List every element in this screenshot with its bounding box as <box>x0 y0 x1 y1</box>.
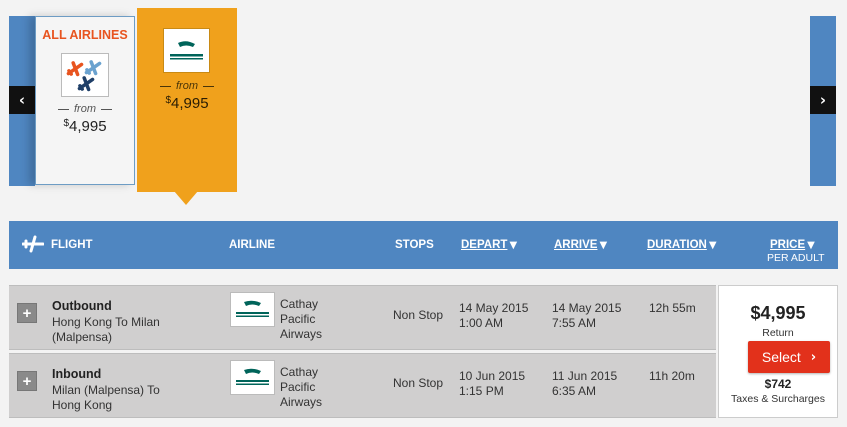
card-price-value: 4,995 <box>171 95 209 112</box>
cathay-pacific-logo <box>163 28 210 73</box>
plane-icon <box>22 235 44 253</box>
multi-plane-icon <box>61 53 109 97</box>
depart-datetime: 10 Jun 2015 1:15 PM <box>459 369 525 399</box>
header-arrive: ARRIVE <box>554 239 598 251</box>
card-price-value: 4,995 <box>69 118 107 135</box>
all-airlines-card[interactable]: ALL AIRLINES from $4,995 <box>35 16 135 185</box>
sort-down-icon: ▼ <box>509 240 518 251</box>
carousel-prev-button[interactable]: ‹ <box>9 86 35 114</box>
cathay-pacific-logo <box>230 360 275 395</box>
from-label: from <box>137 80 237 92</box>
duration-value: 11h 20m <box>649 369 695 383</box>
total-price: $4,995 <box>750 303 806 323</box>
cathay-pacific-logo <box>230 292 275 327</box>
header-flight: FLIGHT <box>51 239 93 251</box>
route-label: Milan (Malpensa) To Hong Kong <box>52 383 160 412</box>
selected-card-pointer <box>174 191 198 205</box>
expand-button[interactable]: + <box>17 303 37 323</box>
trip-type-label: Return <box>762 327 794 339</box>
card-price: $4,995 <box>36 118 134 135</box>
select-button[interactable]: Select › <box>748 341 830 373</box>
header-depart: DEPART <box>461 239 508 251</box>
arrive-date: 11 Jun 2015 <box>552 369 618 383</box>
depart-date: 14 May 2015 <box>459 301 529 315</box>
depart-date: 10 Jun 2015 <box>459 369 526 383</box>
expand-button[interactable]: + <box>17 371 37 391</box>
airline-name: Cathay Pacific Airways <box>280 365 323 409</box>
airline-name: Cathay Pacific Airways <box>280 297 323 341</box>
sort-down-icon: ▼ <box>599 240 608 251</box>
sort-depart-link[interactable]: DEPART ▼ <box>461 239 517 251</box>
header-per-adult: PER ADULT <box>767 252 825 264</box>
all-airlines-title: ALL AIRLINES <box>42 28 128 42</box>
taxes-value: $742 <box>764 377 792 391</box>
select-button-label: Select <box>761 349 801 365</box>
arrive-datetime: 14 May 2015 7:55 AM <box>552 301 621 331</box>
header-duration: DURATION <box>647 239 707 251</box>
chevron-right-icon: › <box>819 91 827 109</box>
sort-price-link[interactable]: PRICE ▼ <box>770 239 815 251</box>
from-label: from <box>36 103 134 115</box>
sort-duration-link[interactable]: DURATION ▼ <box>647 239 717 251</box>
arrive-date: 14 May 2015 <box>552 301 622 315</box>
depart-datetime: 14 May 2015 1:00 AM <box>459 301 528 331</box>
arrive-time: 6:35 AM <box>552 384 597 398</box>
carousel-next-button[interactable]: › <box>810 86 836 114</box>
depart-time: 1:00 AM <box>459 316 504 330</box>
sort-down-icon: ▼ <box>708 240 717 251</box>
flight-row-outbound: + Outbound Hong Kong To Milan (Malpensa)… <box>9 285 716 350</box>
stops-value: Non Stop <box>393 308 444 322</box>
sort-down-icon: ▼ <box>807 240 815 251</box>
direction-label: Outbound <box>52 299 112 313</box>
stops-value: Non Stop <box>393 376 444 390</box>
chevron-right-icon: › <box>810 349 817 365</box>
cathay-pacific-card[interactable]: from $4,995 <box>137 8 237 192</box>
depart-time: 1:15 PM <box>459 384 504 398</box>
sort-arrive-link[interactable]: ARRIVE ▼ <box>554 239 607 251</box>
arrive-datetime: 11 Jun 2015 6:35 AM <box>552 369 617 399</box>
taxes-label: Taxes & Surcharges <box>731 393 825 405</box>
card-price: $4,995 <box>137 95 237 112</box>
duration-value: 12h 55m <box>649 301 696 315</box>
header-airline: AIRLINE <box>229 239 275 251</box>
flight-row-inbound: + Inbound Milan (Malpensa) To Hong Kong … <box>9 353 716 418</box>
direction-label: Inbound <box>52 367 102 381</box>
chevron-left-icon: ‹ <box>18 91 26 109</box>
arrive-time: 7:55 AM <box>552 316 597 330</box>
header-stops: STOPS <box>395 239 434 251</box>
header-price: PRICE <box>770 239 806 251</box>
route-label: Hong Kong To Milan (Malpensa) <box>52 315 160 344</box>
price-panel: $4,995 Return Select › $742 Taxes & Surch… <box>718 285 838 418</box>
results-header: FLIGHT AIRLINE STOPS DEPART ▼ ARRIVE ▼ DUR… <box>9 221 838 269</box>
